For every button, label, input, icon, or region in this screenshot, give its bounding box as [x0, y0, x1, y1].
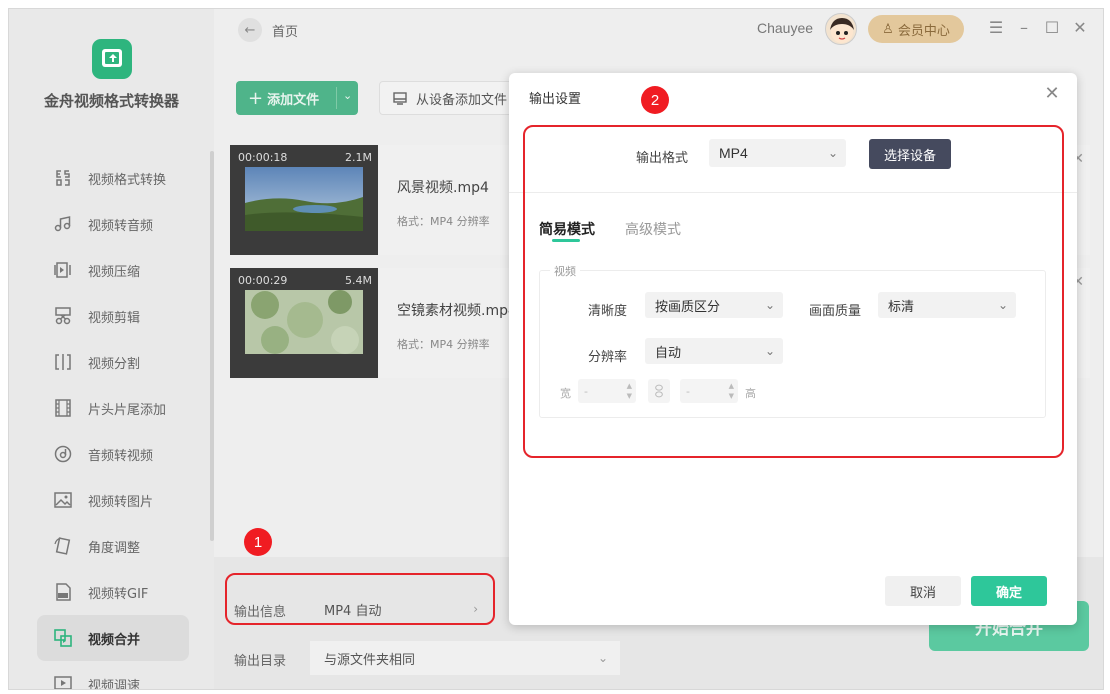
annotation-badge-2: 2 [641, 86, 669, 114]
add-from-device-button[interactable]: 从设备添加文件 [379, 81, 529, 115]
app-logo [92, 39, 132, 79]
annotation-badge-1: 1 [244, 528, 272, 556]
member-center-label: 会员中心 [897, 23, 950, 39]
button-divider [336, 87, 337, 109]
output-dir-select[interactable]: 与源文件夹相同 ⌄ [310, 641, 620, 675]
close-icon[interactable]: ✕ [1070, 18, 1090, 37]
sidebar-item-edit[interactable]: 视频剪辑 [37, 293, 207, 339]
sidebar-item-label: 视频合并 [88, 632, 141, 648]
rotate-icon [52, 535, 74, 557]
video-size: 5.4M [345, 274, 372, 287]
video-thumbnail: 00:00:29 5.4M [230, 268, 378, 378]
video-duration: 00:00:18 [238, 151, 288, 164]
sidebar-item-video-to-audio[interactable]: 视频转音频 [37, 201, 207, 247]
chevron-down-icon: ⌄ [597, 651, 608, 665]
member-center-button[interactable]: ♙ 会员中心 [868, 15, 964, 43]
gif-icon [52, 581, 74, 603]
maximize-icon[interactable]: ☐ [1042, 18, 1062, 37]
sidebar-item-speed[interactable]: 视频调速 [37, 661, 207, 690]
sidebar-item-label: 视频剪辑 [88, 310, 141, 326]
scissors-icon [52, 305, 74, 327]
breadcrumb[interactable]: 首页 [272, 21, 298, 40]
plus-icon: + [248, 87, 264, 109]
sidebar-item-label: 音频转视频 [88, 448, 154, 464]
file-meta: 格式：MP4 分辨率 [397, 338, 490, 351]
merge-icon [52, 627, 74, 649]
thumbs-up-icon: ♙ [882, 21, 894, 37]
device-icon [393, 92, 407, 105]
speed-icon [52, 673, 74, 689]
sidebar: 金舟视频格式转换器 视频格式转换 视频转音频 视频压缩 视频剪辑 视频分割 片头… [9, 9, 214, 689]
sidebar-nav: 视频格式转换 视频转音频 视频压缩 视频剪辑 视频分割 片头片尾添加 音频转视频… [37, 155, 207, 690]
sidebar-item-label: 视频压缩 [88, 264, 141, 280]
arrow-left-icon: ← [244, 22, 256, 38]
file-meta: 格式：MP4 分辨率 [397, 215, 490, 228]
sidebar-item-label: 视频转图片 [88, 494, 154, 510]
landscape-thumbnail-image [245, 167, 363, 231]
add-file-button[interactable]: + 添加文件 ⌄ [236, 81, 358, 115]
sidebar-item-video-to-image[interactable]: 视频转图片 [37, 477, 207, 523]
add-file-label: 添加文件 [267, 92, 320, 108]
split-icon [52, 351, 74, 373]
music-icon [52, 213, 74, 235]
confirm-button[interactable]: 确定 [971, 576, 1047, 606]
sidebar-item-label: 角度调整 [88, 540, 141, 556]
sidebar-item-audio-to-video[interactable]: 音频转视频 [37, 431, 207, 477]
sidebar-item-label: 视频转音频 [88, 218, 154, 234]
top-bar: ← 首页 Chauyee ♙ 会员中心 ☰ – ☐ ✕ [214, 9, 1103, 51]
sidebar-item-video-to-gif[interactable]: 视频转GIF [37, 569, 207, 615]
highlight-box-format-settings [523, 125, 1064, 458]
sidebar-item-compress[interactable]: 视频压缩 [37, 247, 207, 293]
video-thumbnail: 00:00:18 2.1M [230, 145, 378, 255]
dialog-title: 输出设置 [529, 92, 582, 107]
disc-icon [52, 443, 74, 465]
video-size: 2.1M [345, 151, 372, 164]
video-duration: 00:00:29 [238, 274, 288, 287]
minimize-icon[interactable]: – [1014, 18, 1034, 37]
sidebar-item-label: 视频调速 [88, 678, 141, 690]
sidebar-item-format-convert[interactable]: 视频格式转换 [37, 155, 207, 201]
image-icon [52, 489, 74, 511]
app-logo-icon [102, 49, 122, 67]
sidebar-item-split[interactable]: 视频分割 [37, 339, 207, 385]
file-name: 空镜素材视频.mp4 [397, 303, 517, 319]
menu-icon[interactable]: ☰ [986, 18, 1006, 37]
back-button[interactable]: ← [238, 18, 262, 42]
leaves-thumbnail-image [245, 290, 363, 354]
sidebar-item-label: 视频分割 [88, 356, 141, 372]
sidebar-item-label: 视频格式转换 [88, 172, 167, 188]
film-icon [52, 397, 74, 419]
avatar[interactable] [825, 13, 857, 45]
file-name: 风景视频.mp4 [397, 180, 489, 196]
sidebar-item-label: 片头片尾添加 [88, 402, 167, 418]
output-dir-value: 与源文件夹相同 [324, 652, 416, 668]
compress-icon [52, 259, 74, 281]
output-dir-label: 输出目录 [234, 654, 287, 669]
sidebar-item-label: 视频转GIF [88, 586, 149, 602]
sidebar-item-rotate[interactable]: 角度调整 [37, 523, 207, 569]
username: Chauyee [757, 20, 814, 36]
cancel-button[interactable]: 取消 [885, 576, 961, 606]
sidebar-item-merge[interactable]: 视频合并 [37, 615, 189, 661]
format-convert-icon [52, 167, 74, 189]
avatar-image [830, 18, 854, 43]
chevron-down-icon[interactable]: ⌄ [343, 89, 352, 102]
sidebar-item-intro-outro[interactable]: 片头片尾添加 [37, 385, 207, 431]
dialog-close-icon[interactable]: ✕ [1041, 83, 1063, 104]
add-from-device-label: 从设备添加文件 [416, 92, 508, 108]
app-name: 金舟视频格式转换器 [43, 92, 179, 110]
highlight-box-output-info [225, 573, 495, 625]
